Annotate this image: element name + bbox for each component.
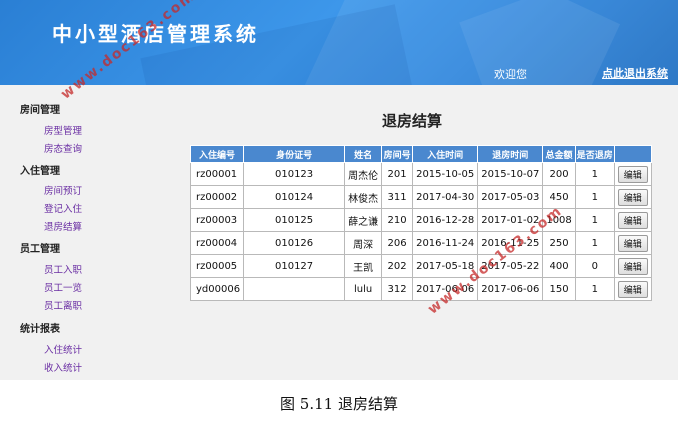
sidebar-item-staff-leave[interactable]: 员工离职 bbox=[44, 298, 82, 312]
table-cell: 1 bbox=[574, 185, 615, 209]
figure-caption: 图 5.11 退房结算 bbox=[280, 395, 398, 413]
table-cell: 王凯 bbox=[344, 254, 383, 278]
column-header: 入住编号 bbox=[189, 145, 245, 163]
sidebar: 房间管理 房型管理 房态查询 入住管理 房间预订 登记入住 退房结算 员工管理 … bbox=[0, 85, 170, 380]
table-cell: 编辑 bbox=[613, 162, 652, 186]
column-header: 姓名 bbox=[344, 145, 383, 163]
sidebar-item-staff-onboard[interactable]: 员工入职 bbox=[44, 262, 82, 276]
edit-button[interactable]: 编辑 bbox=[617, 165, 648, 183]
column-header: 是否退房 bbox=[574, 145, 615, 163]
table-cell: 周深 bbox=[344, 231, 383, 255]
column-header: 身份证号 bbox=[243, 145, 346, 163]
table-cell: 311 bbox=[381, 185, 414, 209]
table-cell: 2017-05-03 bbox=[477, 185, 544, 209]
table-cell: 2015-10-07 bbox=[477, 162, 544, 186]
table-cell: 编辑 bbox=[613, 208, 652, 232]
sidebar-item-staff-list[interactable]: 员工一览 bbox=[44, 280, 82, 294]
table-row: rz00003 010125 薛之谦 210 2016-12-28 2017-01-02 1… bbox=[189, 208, 652, 232]
sidebar-item-room-status[interactable]: 房态查询 bbox=[44, 141, 82, 155]
sidebar-item-checkin[interactable]: 登记入住 bbox=[44, 201, 82, 215]
column-header: 入住时间 bbox=[412, 145, 479, 163]
table-cell: 编辑 bbox=[613, 277, 652, 301]
table-cell: 010124 bbox=[243, 185, 346, 209]
table-cell: 林俊杰 bbox=[344, 185, 383, 209]
table-cell: 206 bbox=[381, 231, 414, 255]
table-cell: 450 bbox=[542, 185, 576, 209]
column-header: 退房时间 bbox=[477, 145, 544, 163]
table-cell: 210 bbox=[381, 208, 414, 232]
page-title: 退房结算 bbox=[382, 112, 443, 130]
table-cell: 200 bbox=[542, 162, 576, 186]
table-cell: rz00003 bbox=[189, 208, 245, 232]
edit-button[interactable]: 编辑 bbox=[617, 280, 648, 298]
table-cell: rz00004 bbox=[189, 231, 245, 255]
table-cell: 周杰伦 bbox=[344, 162, 383, 186]
table-cell: 010126 bbox=[243, 231, 346, 255]
table-cell: 1 bbox=[574, 208, 615, 232]
sidebar-group-reports: 统计报表 bbox=[20, 324, 60, 335]
table-cell: 2017-06-06 bbox=[477, 277, 544, 301]
table-cell: 250 bbox=[542, 231, 576, 255]
table-cell bbox=[243, 277, 346, 301]
edit-button[interactable]: 编辑 bbox=[617, 234, 648, 252]
table-row: rz00001 010123 周杰伦 201 2015-10-05 2015-10-07 2… bbox=[189, 162, 652, 186]
table-cell: 150 bbox=[542, 277, 576, 301]
sidebar-item-checkout[interactable]: 退房结算 bbox=[44, 219, 82, 233]
table-cell: lulu bbox=[344, 277, 383, 301]
logout-link[interactable]: 点此退出系统 bbox=[602, 65, 668, 81]
table-cell: 1 bbox=[574, 162, 615, 186]
table-row: rz00002 010124 林俊杰 311 2017-04-30 2017-05-03 4… bbox=[189, 185, 652, 209]
sidebar-item-income-stats[interactable]: 收入统计 bbox=[44, 360, 82, 374]
table-header-row: 入住编号 身份证号 姓名 房间号 入住时间 退房时间 总金额 是否退房 bbox=[189, 145, 652, 163]
table-cell: 0 bbox=[574, 254, 615, 278]
table-cell: 202 bbox=[381, 254, 414, 278]
sidebar-item-reservation[interactable]: 房间预订 bbox=[44, 183, 82, 197]
table-cell: rz00005 bbox=[189, 254, 245, 278]
checkout-table: 入住编号 身份证号 姓名 房间号 入住时间 退房时间 总金额 是否退房 rz00… bbox=[189, 145, 652, 301]
table-cell: 1 bbox=[574, 231, 615, 255]
welcome-text: 欢迎您 bbox=[494, 68, 527, 81]
table-row: yd00006 lulu 312 2017-06-06 2017-06-06 150 1 编辑 bbox=[189, 277, 652, 301]
edit-button[interactable]: 编辑 bbox=[617, 188, 648, 206]
table-cell: 2016-12-28 bbox=[412, 208, 479, 232]
table-cell: 010125 bbox=[243, 208, 346, 232]
sidebar-group-checkin: 入住管理 bbox=[20, 166, 60, 177]
table-cell: yd00006 bbox=[189, 277, 245, 301]
table-cell: 1 bbox=[574, 277, 615, 301]
edit-button[interactable]: 编辑 bbox=[617, 257, 648, 275]
table-cell: 2016-11-24 bbox=[412, 231, 479, 255]
table-cell: 编辑 bbox=[613, 254, 652, 278]
table-cell: 312 bbox=[381, 277, 414, 301]
table-cell: 010127 bbox=[243, 254, 346, 278]
table-cell: 400 bbox=[542, 254, 576, 278]
column-header: 总金额 bbox=[542, 145, 576, 163]
table-row: rz00005 010127 王凯 202 2017-05-18 2017-05-22 40… bbox=[189, 254, 652, 278]
table-cell: 编辑 bbox=[613, 185, 652, 209]
table-cell: 薛之谦 bbox=[344, 208, 383, 232]
column-header bbox=[613, 145, 652, 163]
table-row: rz00004 010126 周深 206 2016-11-24 2016-11-25 25… bbox=[189, 231, 652, 255]
table-cell: 2017-04-30 bbox=[412, 185, 479, 209]
column-header: 房间号 bbox=[381, 145, 414, 163]
table-cell: 010123 bbox=[243, 162, 346, 186]
sidebar-group-staff: 员工管理 bbox=[20, 244, 60, 255]
table-cell: 编辑 bbox=[613, 231, 652, 255]
table-cell: rz00002 bbox=[189, 185, 245, 209]
sidebar-item-checkin-stats[interactable]: 入住统计 bbox=[44, 342, 82, 356]
edit-button[interactable]: 编辑 bbox=[617, 211, 648, 229]
table-cell: rz00001 bbox=[189, 162, 245, 186]
table-cell: 201 bbox=[381, 162, 414, 186]
table-cell: 2015-10-05 bbox=[412, 162, 479, 186]
sidebar-group-room: 房间管理 bbox=[20, 105, 60, 116]
sidebar-item-room-type[interactable]: 房型管理 bbox=[44, 123, 82, 137]
